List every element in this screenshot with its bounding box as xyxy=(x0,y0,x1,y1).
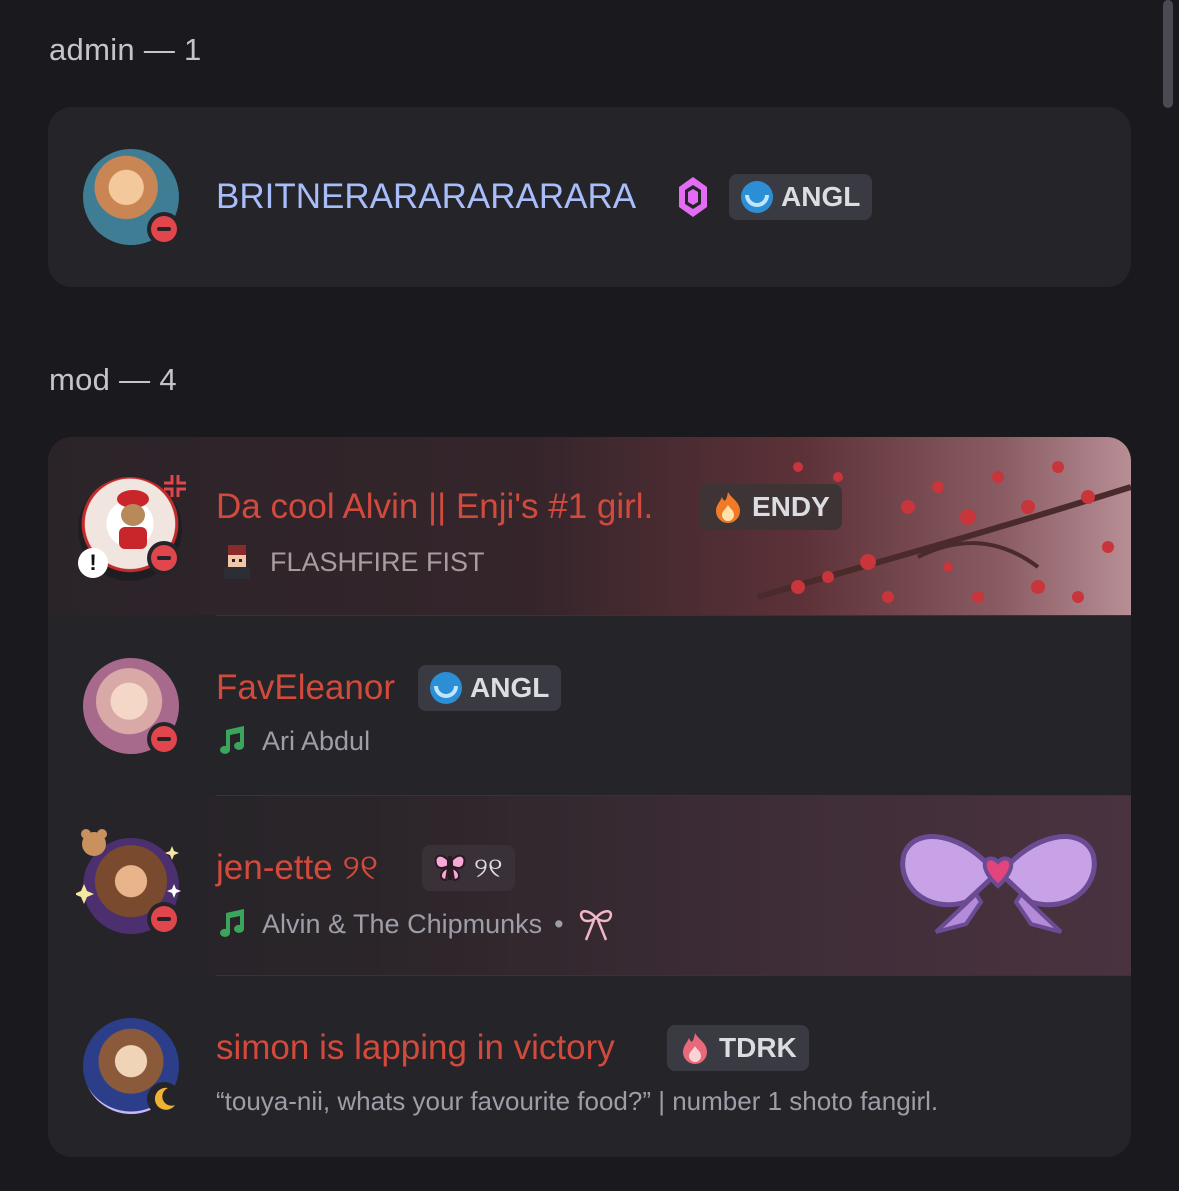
member-name[interactable]: BRITNERARARARARARA xyxy=(216,177,636,217)
do-not-disturb-icon xyxy=(147,902,181,936)
scrollbar[interactable] xyxy=(1163,0,1173,108)
idle-moon-icon xyxy=(147,1082,181,1116)
angel-halo-icon xyxy=(430,672,462,704)
ribbon-bow-icon xyxy=(579,910,612,941)
do-not-disturb-icon xyxy=(147,722,181,756)
member-row-faveleanor[interactable]: FavEleanor ANGL Ari Abdul xyxy=(48,616,1131,795)
pixel-avatar-icon xyxy=(224,545,250,579)
separator: • xyxy=(554,908,564,939)
cherry-blossom-banner xyxy=(757,461,1131,603)
member-row-jen-ette[interactable]: jen-ette ୨୧ ୨୧ Alvin & The Chipmunks • xyxy=(48,796,1131,975)
member-row-da-cool-alvin[interactable]: ! Da cool Alvin || Enji's #1 girl. ENDY … xyxy=(48,437,1131,615)
do-not-disturb-icon xyxy=(147,541,181,575)
member-activity: Ari Abdul xyxy=(216,724,370,758)
activity-text: Alvin & The Chipmunks xyxy=(262,908,543,939)
member-name[interactable]: FavEleanor xyxy=(216,668,395,708)
section-header-admin: admin — 1 xyxy=(49,32,202,67)
nitro-boost-gem-icon xyxy=(679,177,707,217)
server-tag-label: ANGL xyxy=(470,672,550,703)
section-header-mod: mod — 4 xyxy=(49,362,177,397)
bow-banner-decoration xyxy=(900,834,1097,934)
server-tag-label: ୨୧ xyxy=(474,851,503,883)
server-tag-label: ENDY xyxy=(752,491,830,522)
server-tag-label: ANGL xyxy=(781,181,861,212)
alert-icon: ! xyxy=(78,548,108,578)
activity-text: FLASHFIRE FIST xyxy=(270,546,485,577)
server-tag[interactable]: ANGL xyxy=(729,174,873,220)
music-note-icon xyxy=(220,726,244,754)
server-tag[interactable]: TDRK xyxy=(667,1025,809,1071)
flame-icon xyxy=(716,492,740,523)
anger-icon xyxy=(164,475,186,497)
music-note-icon xyxy=(220,909,244,937)
mod-member-list: ! Da cool Alvin || Enji's #1 girl. ENDY … xyxy=(48,437,1131,1157)
angel-halo-icon xyxy=(741,181,773,213)
member-name[interactable]: simon is lapping in victory xyxy=(216,1028,615,1068)
admin-member-list: BRITNERARARARARARA ANGL xyxy=(48,107,1131,287)
server-tag-label: TDRK xyxy=(719,1032,797,1063)
member-activity: “touya-nii, whats your favourite food?” … xyxy=(216,1086,938,1117)
member-row-britnerararararararara[interactable]: BRITNERARARARARARA ANGL xyxy=(48,107,1131,287)
server-tag[interactable]: ANGL xyxy=(418,665,562,711)
server-tag[interactable]: ୨୧ xyxy=(422,845,515,891)
member-name[interactable]: jen-ette ୨୧ xyxy=(216,848,378,888)
butterfly-icon xyxy=(434,854,466,882)
member-name[interactable]: Da cool Alvin || Enji's #1 girl. xyxy=(216,487,653,527)
member-activity: Alvin & The Chipmunks • xyxy=(216,904,616,944)
server-tag[interactable]: ENDY xyxy=(700,484,842,530)
member-activity: FLASHFIRE FIST xyxy=(216,541,485,583)
custom-status-text: “touya-nii, whats your favourite food?” … xyxy=(216,1086,939,1116)
pink-flame-icon xyxy=(683,1033,707,1064)
activity-text: Ari Abdul xyxy=(262,725,371,756)
do-not-disturb-icon xyxy=(147,212,181,246)
member-row-simon[interactable]: simon is lapping in victory TDRK “touya-… xyxy=(48,976,1131,1157)
